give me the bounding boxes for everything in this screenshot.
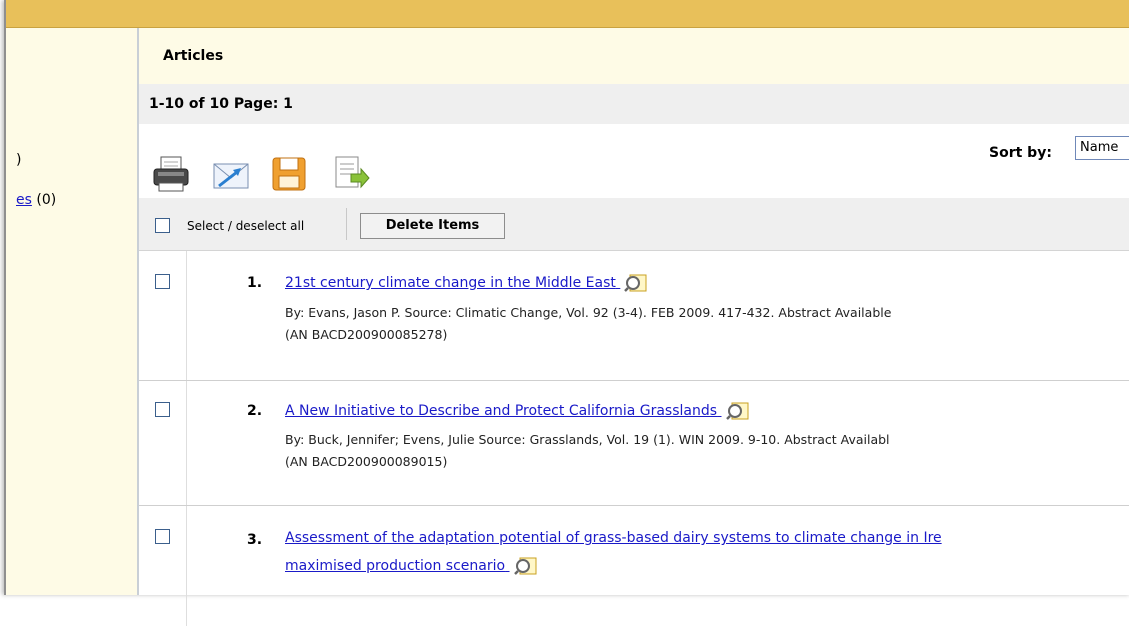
toolbar: Sort by: Name [139, 124, 1129, 198]
sort-by-select[interactable]: Name [1075, 136, 1129, 160]
result-number: 3. [247, 532, 263, 548]
table-row: 1. 21st century climate change in the Mi… [139, 251, 1129, 381]
page-title: Articles [163, 48, 224, 64]
save-icon[interactable] [269, 154, 309, 194]
printer-icon[interactable] [151, 154, 191, 194]
result-title-row: A New Initiative to Describe and Protect… [285, 401, 750, 421]
table-row: 3. Assessment of the adaptation potentia… [139, 506, 1129, 626]
sidebar-item-count: (0) [36, 192, 57, 208]
divider [346, 208, 347, 240]
row-checkbox[interactable] [155, 274, 170, 289]
preview-magnifier-icon[interactable] [725, 401, 750, 421]
result-accession: (AN BACD200900089015) [285, 454, 448, 469]
result-title-link[interactable]: 21st century climate change in the Middl… [285, 275, 616, 291]
table-row: 2. A New Initiative to Describe and Prot… [139, 381, 1129, 506]
delete-items-button[interactable]: Delete Items [360, 213, 505, 239]
sidebar-item-link[interactable]: es [16, 192, 32, 208]
row-checkbox[interactable] [155, 529, 170, 544]
result-meta: By: Evans, Jason P. Source: Climatic Cha… [285, 305, 892, 320]
result-number: 2. [247, 403, 263, 419]
sidebar-item-link-row: es (0) [16, 192, 56, 208]
preview-magnifier-icon[interactable] [513, 556, 538, 576]
row-checkbox[interactable] [155, 402, 170, 417]
result-title-row: 21st century climate change in the Middl… [285, 273, 648, 293]
left-sidebar: ) es (0) [6, 28, 139, 595]
result-title-link[interactable]: A New Initiative to Describe and Protect… [285, 403, 717, 419]
email-icon[interactable] [211, 154, 251, 194]
top-banner [6, 0, 1129, 28]
sidebar-item-partial: ) [16, 152, 22, 168]
result-accession: (AN BACD200900085278) [285, 327, 448, 342]
result-title-link-cont[interactable]: maximised production scenario [285, 558, 505, 574]
paging-info: 1-10 of 10 Page: 1 [149, 96, 293, 112]
browser-frame: ) es (0) Articles 1-10 of 10 Page: 1 Sor… [4, 0, 1129, 626]
select-all-label: Select / deselect all [187, 219, 305, 233]
main-panel: Articles 1-10 of 10 Page: 1 Sort by: Nam… [139, 28, 1129, 626]
result-number: 1. [247, 275, 263, 291]
selection-bar: Select / deselect all Delete Items [139, 198, 1129, 251]
result-meta: By: Buck, Jennifer; Evens, Julie Source:… [285, 432, 890, 447]
export-icon[interactable] [331, 154, 371, 194]
result-title-link[interactable]: Assessment of the adaptation potential o… [285, 530, 942, 546]
select-all-checkbox[interactable] [155, 218, 170, 233]
preview-magnifier-icon[interactable] [624, 273, 648, 293]
paging-bar: 1-10 of 10 Page: 1 [139, 84, 1129, 124]
sort-by-label: Sort by: [989, 145, 1052, 161]
articles-header: Articles [139, 28, 1129, 84]
result-title-row: maximised production scenario [285, 556, 538, 576]
